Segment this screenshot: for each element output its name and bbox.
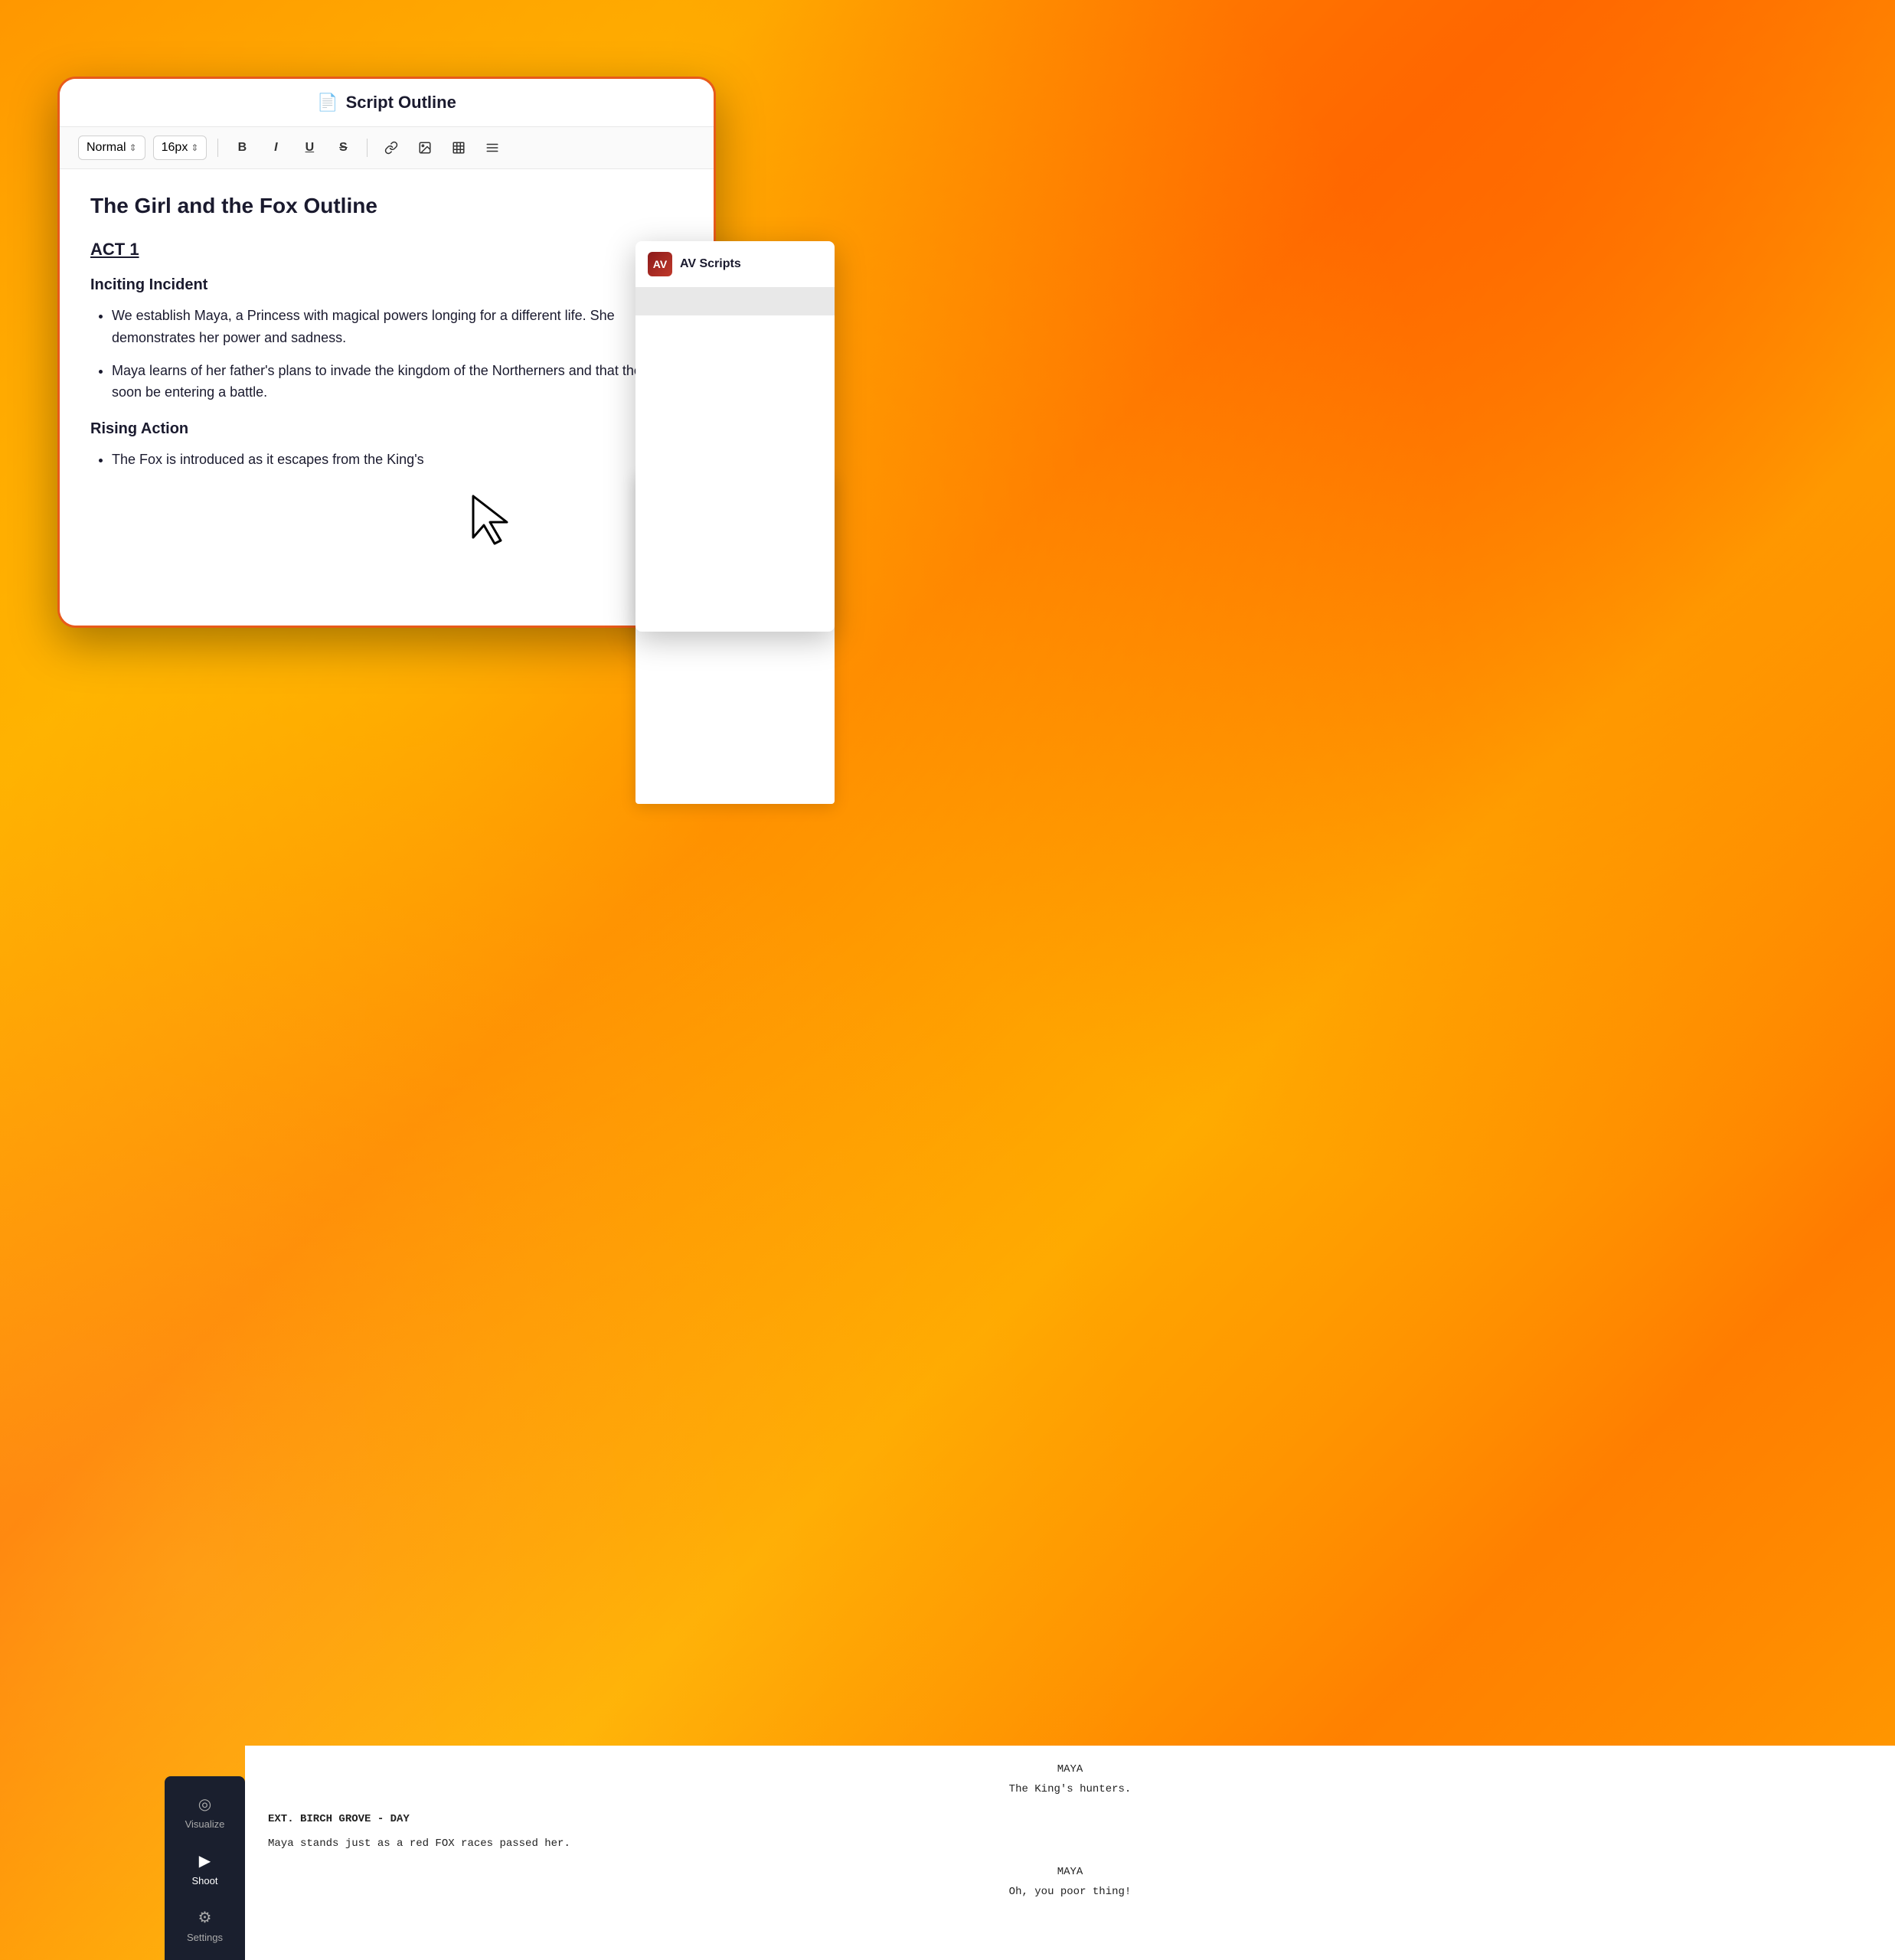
formatting-toolbar: Normal ⇕ 16px ⇕ B I U S: [60, 127, 714, 169]
section-1-bullets: We establish Maya, a Princess with magic…: [112, 305, 683, 403]
settings-label: Settings: [187, 1932, 223, 1943]
script-outline-window: 📄 Script Outline Normal ⇕ 16px ⇕ B I U S: [57, 77, 716, 628]
shoot-icon: ▶: [199, 1851, 211, 1870]
bold-button[interactable]: B: [229, 135, 255, 161]
document-icon: 📄: [317, 93, 338, 113]
italic-button[interactable]: I: [263, 135, 289, 161]
image-button[interactable]: [412, 135, 438, 161]
underline-button[interactable]: U: [296, 135, 322, 161]
style-label: Normal: [87, 141, 126, 155]
size-select[interactable]: 16px ⇕: [153, 136, 207, 160]
align-button[interactable]: [479, 135, 505, 161]
shoot-label: Shoot: [192, 1875, 218, 1886]
visualize-icon: ◎: [198, 1795, 211, 1814]
bottom-script-view: MAYA The King's hunters. EXT. BIRCH GROV…: [245, 1746, 1895, 1960]
action-1: Maya stands just as a red FOX races pass…: [268, 1835, 1872, 1852]
character-2: MAYA: [268, 1864, 1872, 1880]
section-2-bullets: The Fox is introduced as it escapes from…: [112, 449, 683, 471]
link-button[interactable]: [378, 135, 404, 161]
document-content: The Girl and the Fox Outline ACT 1 Incit…: [60, 169, 714, 626]
scene-heading: EXT. BIRCH GROVE - DAY: [268, 1811, 1872, 1828]
divider-1: [217, 139, 218, 157]
size-label: 16px: [162, 141, 188, 155]
section-2-heading: Rising Action: [90, 420, 683, 438]
size-chevron: ⇕: [191, 142, 198, 153]
strikethrough-button[interactable]: S: [330, 135, 356, 161]
bullet-3: The Fox is introduced as it escapes from…: [112, 449, 683, 471]
mouse-cursor: [467, 490, 513, 547]
dialogue-2: Oh, you poor thing!: [268, 1883, 1872, 1900]
divider-2: [367, 139, 368, 157]
style-chevron: ⇕: [129, 142, 137, 153]
act-heading: ACT 1: [90, 240, 683, 260]
av-scripts-panel: AV AV Scripts: [635, 241, 835, 632]
settings-icon: ⚙: [198, 1908, 212, 1927]
section-1-heading: Inciting Incident: [90, 276, 683, 294]
sidebar-item-shoot[interactable]: ▶ Shoot: [165, 1841, 245, 1897]
window-title: Script Outline: [346, 93, 456, 113]
av-panel-header: AV AV Scripts: [635, 241, 835, 288]
title-bar: 📄 Script Outline: [60, 79, 714, 127]
character-1: MAYA: [268, 1761, 1872, 1778]
table-button[interactable]: [446, 135, 472, 161]
av-search-bar: [635, 288, 835, 315]
document-title: The Girl and the Fox Outline: [90, 194, 683, 218]
bullet-1: We establish Maya, a Princess with magic…: [112, 305, 683, 349]
visualize-label: Visualize: [185, 1818, 225, 1830]
left-sidebar: ◎ Visualize ▶ Shoot ⚙ Settings: [165, 1776, 245, 1960]
bullet-2: Maya learns of her father's plans to inv…: [112, 360, 683, 404]
sidebar-item-settings[interactable]: ⚙ Settings: [165, 1897, 245, 1954]
style-select[interactable]: Normal ⇕: [78, 136, 145, 160]
sidebar-item-visualize[interactable]: ◎ Visualize: [165, 1784, 245, 1841]
av-icon: AV: [648, 252, 672, 276]
av-panel-title: AV Scripts: [680, 257, 741, 271]
dialogue-1: The King's hunters.: [268, 1781, 1872, 1798]
